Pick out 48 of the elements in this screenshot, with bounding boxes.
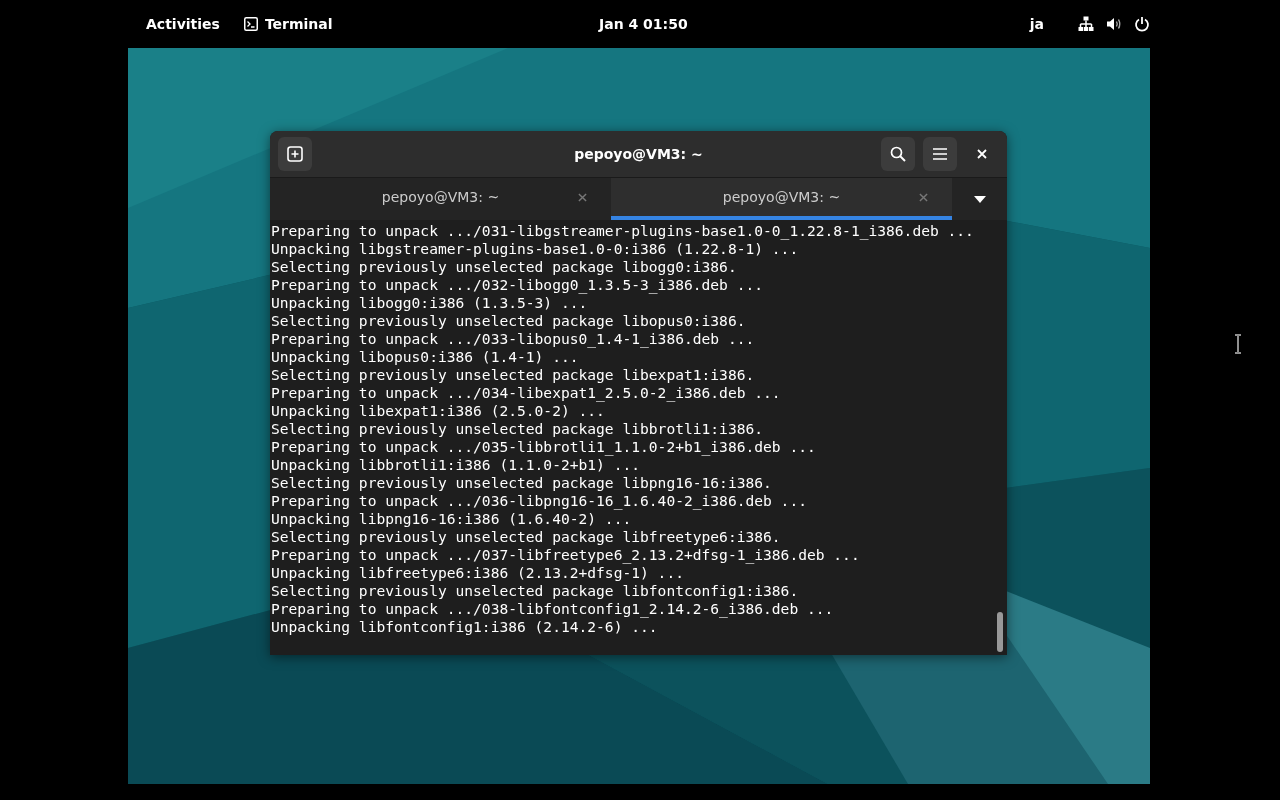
search-button[interactable] — [881, 137, 915, 171]
terminal-line: Unpacking libexpat1:i386 (2.5.0-2) ... — [271, 402, 606, 420]
power-icon[interactable] — [1134, 16, 1150, 32]
plus-icon — [287, 146, 303, 162]
close-icon — [977, 149, 987, 159]
terminal-line: Preparing to unpack .../033-libopus0_1.4-1_i386.deb ... — [271, 330, 756, 348]
terminal-line: Selecting previously unselected package libexpat1:i386. — [271, 366, 756, 384]
tab[interactable]: pepoyo@VM3: ~ — [611, 178, 952, 220]
menu-icon — [932, 146, 948, 162]
terminal-line: Unpacking libfontconfig1:i386 (2.14.2-6) ... — [271, 618, 659, 636]
close-tab-icon[interactable] — [919, 192, 928, 202]
text-cursor-icon — [1234, 334, 1242, 354]
terminal-line: Unpacking libgstreamer-plugins-base1.0-0:i386 (1.22.8-1) ... — [271, 240, 800, 258]
terminal-line: Unpacking libbrotli1:i386 (1.1.0-2+b1) ... — [271, 456, 642, 474]
terminal-line: Unpacking libogg0:i386 (1.3.5-3) ... — [271, 294, 589, 312]
app-menu-label[interactable]: Terminal — [264, 16, 333, 32]
input-method-indicator[interactable]: ja — [1029, 16, 1044, 32]
terminal-line: Selecting previously unselected package libopus0:i386. — [271, 312, 747, 330]
activities-button[interactable]: Activities — [146, 16, 220, 32]
terminal-line: Preparing to unpack .../031-libgstreamer-plugins-base1.0-0_1.22.8-1_i386.deb ... — [271, 222, 975, 240]
search-icon — [890, 146, 906, 162]
terminal-line: Selecting previously unselected package libpng16-16:i386. — [271, 474, 773, 492]
tab[interactable]: pepoyo@VM3: ~ — [270, 178, 611, 220]
terminal-line: Unpacking libfreetype6:i386 (2.13.2+dfsg-1) ... — [271, 564, 685, 582]
terminal-line: Preparing to unpack .../036-libpng16-16_1.6.40-2_i386.deb ... — [271, 492, 808, 510]
terminal-line: Selecting previously unselected package libogg0:i386. — [271, 258, 738, 276]
tab-label: pepoyo@VM3: ~ — [722, 189, 841, 205]
terminal-line: Selecting previously unselected package libfontconfig1:i386. — [271, 582, 800, 600]
window-title: pepoyo@VM3: ~ — [574, 146, 703, 162]
scrollbar-thumb[interactable] — [997, 612, 1003, 652]
terminal-icon — [243, 17, 258, 31]
terminal-line: Unpacking libopus0:i386 (1.4-1) ... — [271, 348, 580, 366]
clock[interactable]: Jan 4 01:50 — [599, 16, 688, 32]
tab-label: pepoyo@VM3: ~ — [381, 189, 500, 205]
terminal-line: Preparing to unpack .../032-libogg0_1.3.5-3_i386.deb ... — [271, 276, 765, 294]
caret-icon — [973, 195, 986, 203]
terminal-line: Selecting previously unselected package libfreetype6:i386. — [271, 528, 782, 546]
volume-icon[interactable] — [1106, 16, 1122, 32]
close-tab-icon[interactable] — [578, 192, 587, 202]
terminal-line: Preparing to unpack .../038-libfontconfig1_2.14.2-6_i386.deb ... — [271, 600, 835, 618]
menu-button[interactable] — [923, 137, 957, 171]
terminal-line: Preparing to unpack .../037-libfreetype6_2.13.2+dfsg-1_i386.deb ... — [271, 546, 861, 564]
terminal-line: Selecting previously unselected package libbrotli1:i386. — [271, 420, 765, 438]
network-icon[interactable] — [1078, 16, 1094, 32]
terminal-line: Unpacking libpng16-16:i386 (1.6.40-2) ... — [271, 510, 633, 528]
terminal-line: Preparing to unpack .../034-libexpat1_2.5.0-2_i386.deb ... — [271, 384, 782, 402]
new-tab-button[interactable] — [278, 137, 312, 171]
terminal-line: Preparing to unpack .../035-libbrotli1_1.1.0-2+b1_i386.deb ... — [271, 438, 817, 456]
